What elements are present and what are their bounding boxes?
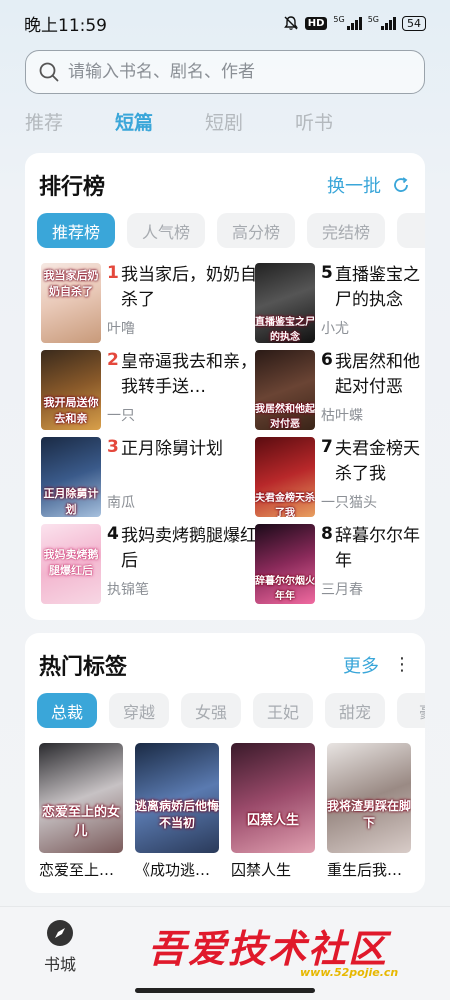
tag-book-2[interactable]: 逃离病娇后他悔不当初 《成功逃… <box>135 743 219 880</box>
hot-tags-card: 热门标签 更多 ⋮ 总裁 穿越 女强 王妃 甜宠 豪 恋爱至上的女儿 恋爱至上…… <box>25 633 425 893</box>
book-cover-8: 辞暮尔尔烟火年年 <box>255 524 315 604</box>
rank-title: 正月除舅计划 <box>121 439 223 459</box>
ranking-header: 排行榜 换一批 <box>39 167 411 203</box>
rank-item-5[interactable]: 直播鉴宝之尸的执念 5 直播鉴宝之尸的执念 小尤 <box>255 263 450 347</box>
rank-item-1[interactable]: 我当家后奶奶自杀了 1 我当家后，奶奶自杀了 叶噜 <box>41 263 257 347</box>
more-tags-button[interactable]: 更多 <box>343 652 379 678</box>
tab-audiobook[interactable]: 听书 <box>295 108 385 142</box>
book-cover-5: 直播鉴宝之尸的执念 <box>255 263 315 343</box>
rank-author: 枯叶蝶 <box>321 408 363 424</box>
rank-number: 4 <box>107 524 119 544</box>
book-title: 囚禁人生 <box>231 861 292 879</box>
rank-item-2[interactable]: 我开局送你去和亲 2 皇帝逼我去和亲，我转手送… 一只 <box>41 350 257 434</box>
rank-item-7[interactable]: 夫君金榜天杀了我 7 夫君金榜天杀了我 一只猫头 <box>255 437 450 521</box>
rank-title: 辞暮尔尔年年 <box>335 526 420 571</box>
battery-indicator: 54 <box>402 15 426 31</box>
rank-item-6[interactable]: 我居然和他起对付恶 6 我居然和他起对付恶 枯叶蝶 <box>255 350 450 434</box>
rank-item-3[interactable]: 正月除舅计划 3 正月除舅计划 南瓜 <box>41 437 241 521</box>
chip-high-score-rank[interactable]: 高分榜 <box>217 213 295 248</box>
rank-title: 直播鉴宝之尸的执念 <box>335 265 420 310</box>
book-title: 重生后我… <box>327 861 403 879</box>
rank-number: 1 <box>107 263 119 283</box>
chip-recommend-rank[interactable]: 推荐榜 <box>37 213 115 248</box>
refresh-batch-label: 换一批 <box>327 176 381 197</box>
search-icon <box>39 62 59 82</box>
chip-ceo[interactable]: 总裁 <box>37 693 97 728</box>
rank-author: 执锦笔 <box>107 582 149 598</box>
book-cover: 恋爱至上的女儿 <box>39 743 123 853</box>
rank-title: 皇帝逼我去和亲，我转手送… <box>121 352 257 397</box>
signal-5g-1: 5G <box>333 16 362 30</box>
book-cover-7: 夫君金榜天杀了我 <box>255 437 315 517</box>
book-cover: 我将渣男踩在脚下 <box>327 743 411 853</box>
search-bar[interactable] <box>25 50 425 94</box>
hot-tags-header: 热门标签 更多 ⋮ <box>39 647 411 683</box>
nav-bookstore-label: 书城 <box>43 955 76 974</box>
rank-author: 三月春 <box>321 582 363 598</box>
book-cover-6: 我居然和他起对付恶 <box>255 350 315 430</box>
signal-5g-2: 5G <box>368 16 396 30</box>
book-title: 《成功逃… <box>135 861 211 879</box>
mute-bell-icon <box>283 16 298 30</box>
hot-tags-title: 热门标签 <box>39 655 128 680</box>
ranking-title: 排行榜 <box>39 175 106 200</box>
rank-title: 我妈卖烤鹅腿爆红后 <box>121 526 257 571</box>
rank-item-8[interactable]: 辞暮尔尔烟火年年 8 辞暮尔尔年年 三月春 <box>255 524 450 608</box>
chip-princess[interactable]: 王妃 <box>253 693 313 728</box>
book-cover: 囚禁人生 <box>231 743 315 853</box>
rank-author: 一只 <box>107 408 135 424</box>
home-indicator <box>135 988 315 993</box>
chip-popular-rank[interactable]: 人气榜 <box>127 213 205 248</box>
top-tabs: 推荐 短篇 短剧 听书 <box>25 108 385 142</box>
book-cover: 逃离病娇后他悔不当初 <box>135 743 219 853</box>
nav-bookstore[interactable]: 书城 <box>30 919 90 975</box>
tab-short-stories[interactable]: 短篇 <box>115 108 205 142</box>
refresh-icon <box>394 177 408 192</box>
tag-book-3[interactable]: 囚禁人生 囚禁人生 <box>231 743 315 880</box>
rank-author: 叶噜 <box>107 321 135 337</box>
chip-time-travel[interactable]: 穿越 <box>109 693 169 728</box>
rank-number: 8 <box>321 524 333 544</box>
more-tags-label: 更多 <box>343 656 379 677</box>
rank-item-4[interactable]: 我妈卖烤鹅腿爆红后 4 我妈卖烤鹅腿爆红后 执锦笔 <box>41 524 257 608</box>
more-options-icon[interactable]: ⋮ <box>393 656 411 674</box>
rank-author: 南瓜 <box>107 495 135 511</box>
tab-recommend[interactable]: 推荐 <box>25 108 115 142</box>
compass-icon <box>47 920 73 946</box>
status-icons: HD 5G 5G 54 <box>283 15 426 31</box>
tag-book-1[interactable]: 恋爱至上的女儿 恋爱至上… <box>39 743 123 880</box>
chip-more-tag[interactable]: 豪 <box>397 693 425 728</box>
tag-book-4[interactable]: 我将渣男踩在脚下 重生后我… <box>327 743 411 880</box>
chip-strong-female[interactable]: 女强 <box>181 693 241 728</box>
tag-chips: 总裁 穿越 女强 王妃 甜宠 豪 <box>37 693 425 729</box>
rank-title: 夫君金榜天杀了我 <box>335 439 420 484</box>
rank-title: 我居然和他起对付恶 <box>335 352 420 397</box>
search-input[interactable] <box>68 62 398 82</box>
chip-completed-rank[interactable]: 完结榜 <box>307 213 385 248</box>
chip-more-rank[interactable]: 热 <box>397 213 425 248</box>
rank-number: 3 <box>107 437 119 457</box>
ranking-chips: 推荐榜 人气榜 高分榜 完结榜 热 <box>37 213 425 249</box>
rank-number: 7 <box>321 437 333 457</box>
book-cover-1: 我当家后奶奶自杀了 <box>41 263 101 343</box>
status-bar: 晚上11:59 HD 5G 5G 54 <box>0 0 450 46</box>
rank-number: 2 <box>107 350 119 370</box>
tab-short-drama[interactable]: 短剧 <box>205 108 295 142</box>
rank-number: 6 <box>321 350 333 370</box>
book-cover-4: 我妈卖烤鹅腿爆红后 <box>41 524 101 604</box>
chip-sweet-romance[interactable]: 甜宠 <box>325 693 385 728</box>
book-cover-2: 我开局送你去和亲 <box>41 350 101 430</box>
ranking-card: 排行榜 换一批 推荐榜 人气榜 高分榜 完结榜 热 我当家后奶奶自杀了 1 我当… <box>25 153 425 620</box>
rank-author: 小尤 <box>321 321 349 337</box>
rank-title: 我当家后，奶奶自杀了 <box>121 265 257 310</box>
status-time: 晚上11:59 <box>24 15 107 36</box>
watermark-text: 吾爱技术社区 <box>148 926 389 971</box>
book-cover-3: 正月除舅计划 <box>41 437 101 517</box>
rank-number: 5 <box>321 263 333 283</box>
watermark-url: www.52pojie.cn <box>300 966 399 979</box>
hd-badge: HD <box>304 16 328 30</box>
book-title: 恋爱至上… <box>39 861 115 879</box>
refresh-batch-button[interactable]: 换一批 <box>327 172 411 198</box>
rank-author: 一只猫头 <box>321 495 377 511</box>
